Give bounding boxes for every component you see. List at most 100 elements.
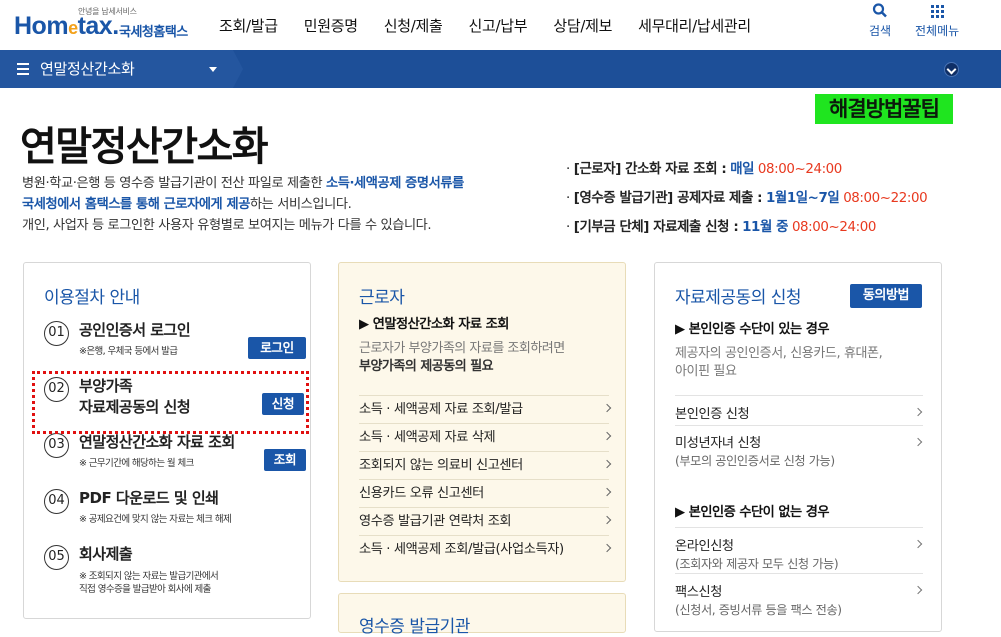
procedure-title: 이용절차 안내 — [44, 288, 140, 308]
step-note: ※은행, 우체국 등에서 발급 — [79, 346, 178, 357]
step-title: 공인인증서 로그인 — [79, 321, 191, 339]
consent-section-with-auth: ▶ 본인인증 수단이 있는 경우 — [675, 322, 829, 337]
search-icon — [872, 3, 887, 18]
logo-e: e — [68, 18, 78, 38]
chevron-down-circle-icon[interactable] — [944, 62, 959, 77]
link-label: 소득 · 세액공제 조회/발급(사업소득자) — [359, 542, 564, 557]
nav-tax-agent[interactable]: 세무대리/납세관리 — [625, 0, 764, 50]
step-number: 03 — [44, 433, 69, 458]
logo-tax: tax. — [77, 12, 120, 40]
subbar-arrow-shape — [233, 50, 243, 88]
hours-period: 11월 중 — [742, 220, 789, 235]
logo-wordmark: Hometax. — [14, 12, 119, 41]
link-label: 본인인증 신청 — [675, 407, 750, 422]
service-hours: · [근로자] 간소화 자료 조회 : 매일 08:00~24:00 · [영수… — [566, 155, 928, 242]
link-label: 영수증 발급기관 연락처 조회 — [359, 514, 512, 529]
chevron-right-icon — [913, 437, 923, 447]
nav-inquiry-issue[interactable]: 조회/발급 — [206, 0, 291, 50]
watermark-label: 해결방법꿀팁 — [815, 94, 953, 124]
highlight-dotted-box — [32, 371, 309, 434]
hours-label: [영수증 발급기관] 공제자료 제출 : — [573, 191, 763, 206]
worker-desc-line2: 부양가족의 제공동의 필요 — [359, 357, 494, 376]
all-menu-label: 전체메뉴 — [915, 24, 960, 38]
inquiry-button[interactable]: 조회 — [264, 449, 306, 471]
intro-line-2b: 하는 서비스입니다. — [249, 197, 352, 212]
step-number: 01 — [44, 321, 69, 346]
hours-row-donation: · [기부금 단체] 자료제출 신청 : 11월 중 08:00~24:00 — [566, 220, 876, 235]
search-button[interactable]: 검색 — [869, 2, 891, 39]
nav-civil-certificate[interactable]: 민원증명 — [291, 0, 371, 50]
nav-consult-report[interactable]: 상담/제보 — [540, 0, 625, 50]
step-title: PDF 다운로드 및 인쇄 — [79, 489, 219, 507]
step-note: ※ 조회되지 않는 자료는 발급기관에서 — [79, 571, 219, 582]
subbar-title: 연말정산간소화 — [40, 60, 135, 78]
issuer-card: 영수증 발급기관 — [338, 593, 626, 637]
hours-time: 08:00~24:00 — [791, 220, 876, 235]
chevron-right-icon — [913, 407, 923, 417]
chevron-right-icon — [602, 459, 612, 469]
login-button[interactable]: 로그인 — [248, 337, 306, 359]
caret-down-icon — [209, 67, 217, 72]
hours-row-worker: · [근로자] 간소화 자료 조회 : 매일 08:00~24:00 — [566, 162, 842, 177]
intro-line-2a: 국세청에서 홈택스를 통해 근로자에게 제공 — [22, 197, 250, 212]
link-fax-apply[interactable]: 팩스신청 (신청서, 증빙서류 등을 팩스 전송) — [675, 573, 923, 619]
link-business-income[interactable]: 소득 · 세액공제 조회/발급(사업소득자) — [359, 535, 612, 563]
chevron-right-icon — [602, 431, 612, 441]
step-title: 회사제출 — [79, 545, 133, 563]
hours-period: 1월1일~7일 — [765, 191, 840, 206]
step-01: 01 공인인증서 로그인 ※은행, 우체국 등에서 발급 로그인 — [44, 321, 306, 361]
chevron-right-icon — [602, 543, 612, 553]
link-deduction-delete[interactable]: 소득 · 세액공제 자료 삭제 — [359, 423, 612, 451]
step-05: 05 회사제출 ※ 조회되지 않는 자료는 발급기관에서 직접 영수증을 발급받… — [44, 545, 306, 605]
link-label: 소득 · 세액공제 자료 조회/발급 — [359, 402, 523, 417]
step-number: 05 — [44, 545, 69, 570]
search-label: 검색 — [869, 24, 892, 38]
sub-navigation-bar: 연말정산간소화 — [0, 50, 1001, 88]
logo-hom: Hom — [14, 12, 69, 40]
consent-section-without-auth: ▶ 본인인증 수단이 없는 경우 — [675, 505, 829, 520]
logo-korean: 국세청홈택스 — [119, 25, 188, 40]
intro-line-1b: 소득·세액공제 증명서류를 — [325, 176, 464, 191]
hometax-logo[interactable]: 안녕을 납세서비스 Hometax. 국세청홈택스 — [8, 4, 188, 46]
step-note: ※ 근무기간에 해당하는 월 체크 — [79, 458, 194, 469]
consent-desc-line1: 제공자의 공인인증서, 신용카드, 휴대폰, — [675, 346, 883, 361]
main-nav: 조회/발급 민원증명 신청/제출 신고/납부 상담/제보 세무대리/납세관리 — [206, 0, 764, 50]
chevron-right-icon — [602, 515, 612, 525]
hours-time: 08:00~22:00 — [843, 191, 928, 206]
nav-apply-submit[interactable]: 신청/제출 — [371, 0, 456, 50]
link-minor-child-apply[interactable]: 미성년자녀 신청 (부모의 공인인증서로 신청 가능) — [675, 425, 923, 471]
link-label: 미성년자녀 신청 — [675, 436, 761, 451]
chevron-right-icon — [602, 403, 612, 413]
subbar-menu-dropdown[interactable]: 연말정산간소화 — [0, 50, 233, 88]
consent-card: 자료제공동의 신청 동의방법 ▶ 본인인증 수단이 있는 경우 제공자의 공인인… — [654, 262, 942, 632]
worker-desc-strong: 부양가족의 제공동의 필요 — [359, 359, 494, 374]
step-03: 03 연말정산간소화 자료 조회 ※ 근무기간에 해당하는 월 체크 조회 — [44, 433, 306, 473]
all-menu-button[interactable]: 전체메뉴 — [915, 2, 959, 39]
step-04: 04 PDF 다운로드 및 인쇄 ※ 공제요건에 맞지 않는 자료는 체크 해제 — [44, 489, 306, 529]
hours-label: [기부금 단체] 자료제출 신청 : — [573, 220, 739, 235]
grid-menu-icon — [931, 5, 945, 18]
intro-line-1a: 병원·학교·은행 등 영수증 발급기관이 전산 파일로 제출한 — [22, 176, 326, 191]
hamburger-icon — [17, 63, 29, 75]
intro-text: 병원·학교·은행 등 영수증 발급기관이 전산 파일로 제출한 소득·세액공제 … — [22, 173, 542, 236]
consent-method-button[interactable]: 동의방법 — [850, 284, 922, 308]
step-note-line2: 직접 영수증을 발급받아 회사에 제출 — [79, 584, 211, 595]
link-issuer-contact[interactable]: 영수증 발급기관 연락처 조회 — [359, 507, 612, 535]
link-online-apply[interactable]: 온라인신청 (조회자와 제공자 모두 신청 가능) — [675, 527, 923, 573]
worker-card: 근로자 ▶ 연말정산간소화 자료 조회 근로자가 부양가족의 자료를 조회하려면… — [338, 262, 626, 582]
link-label: 온라인신청 — [675, 539, 734, 554]
link-medical-report[interactable]: 조회되지 않는 의료비 신고센터 — [359, 451, 612, 479]
page-title: 연말정산간소화 — [20, 124, 269, 170]
nav-report-pay[interactable]: 신고/납부 — [456, 0, 541, 50]
worker-section-head: ▶ 연말정산간소화 자료 조회 — [359, 317, 509, 332]
hours-period: 매일 — [730, 162, 755, 177]
step-note: ※ 공제요건에 맞지 않는 자료는 체크 해제 — [79, 514, 232, 525]
link-card-error-report[interactable]: 신용카드 오류 신고센터 — [359, 479, 612, 507]
intro-line-1: 병원·학교·은행 등 영수증 발급기관이 전산 파일로 제출한 소득·세액공제 … — [22, 173, 542, 194]
link-label: 조회되지 않는 의료비 신고센터 — [359, 458, 523, 473]
link-deduction-inquiry[interactable]: 소득 · 세액공제 자료 조회/발급 — [359, 395, 612, 423]
chevron-right-icon — [602, 487, 612, 497]
link-self-auth-apply[interactable]: 본인인증 신청 — [675, 395, 923, 425]
consent-desc-line2: 아이핀 필요 — [675, 364, 737, 379]
top-header: 안녕을 납세서비스 Hometax. 국세청홈택스 조회/발급 민원증명 신청/… — [0, 0, 1001, 50]
